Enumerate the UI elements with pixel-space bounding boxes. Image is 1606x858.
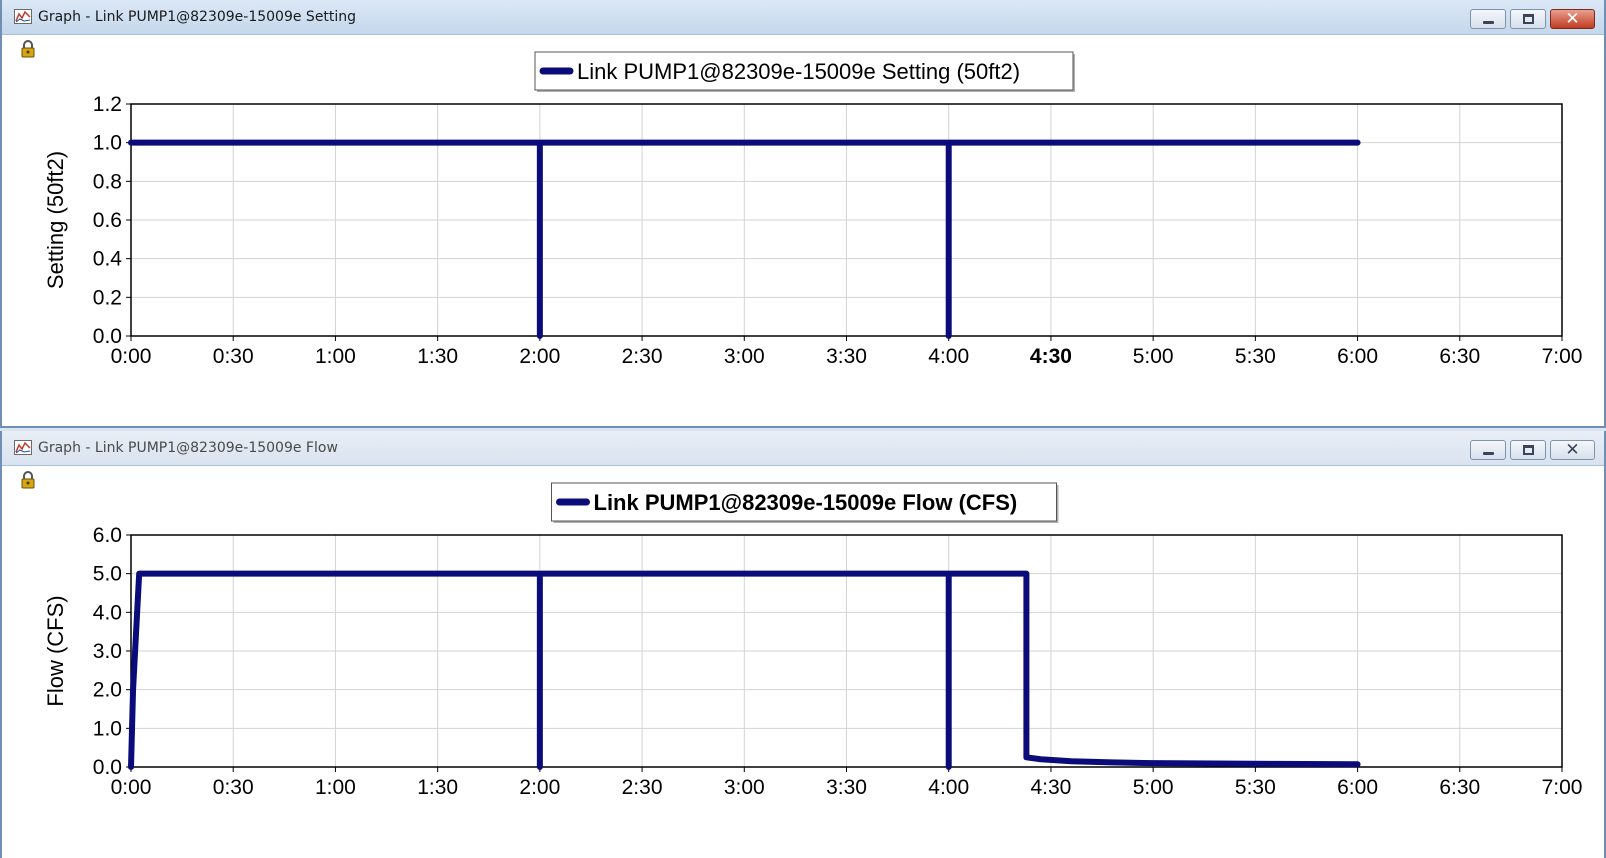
x-tick-label: 5:30: [1235, 345, 1276, 368]
x-tick-label: 5:00: [1133, 345, 1174, 368]
y-tick-label: 0.0: [93, 325, 122, 348]
y-tick-label: 1.0: [93, 717, 122, 740]
x-tick-label: 3:00: [724, 776, 765, 799]
y-tick-label: 0.6: [93, 209, 122, 232]
graph-window-setting: Graph - Link PUMP1@82309e-15009e Setting…: [0, 0, 1606, 428]
close-icon: ✕: [1565, 440, 1580, 460]
y-tick-label: 0.8: [93, 170, 122, 193]
minimize-icon: [1483, 21, 1494, 24]
close-button[interactable]: ✕: [1550, 440, 1595, 460]
x-tick-label: 1:00: [315, 776, 356, 799]
y-tick-label: 0.2: [93, 286, 122, 309]
y-tick-label: 1.2: [93, 93, 122, 116]
y-tick-label: 0.0: [93, 756, 122, 779]
close-button[interactable]: ✕: [1550, 9, 1595, 29]
x-tick-label: 4:30: [1030, 345, 1072, 368]
x-tick-label: 5:30: [1235, 776, 1276, 799]
y-tick-label: 1.0: [93, 132, 122, 155]
x-tick-label: 6:00: [1337, 776, 1378, 799]
setting-chart: 0:00 0:30 1:00 1:30 2:00 2:30 3:00 3:30 4:00 4:30…: [43, 51, 1583, 368]
flow-chart: 0:00 0:30 1:00 1:30 2:00 2:30 3:00 3:30 4:00 4:30…: [43, 482, 1583, 799]
graph-app-icon[interactable]: [14, 440, 32, 455]
y-axis-label: Flow (CFS): [43, 595, 68, 706]
x-tick-label: 4:00: [928, 776, 969, 799]
x-tick-label: 4:00: [928, 345, 969, 368]
x-tick-label: 1:00: [315, 345, 356, 368]
x-tick-label: 4:30: [1030, 776, 1071, 799]
legend-label: Link PUMP1@82309e-15009e Flow (CFS): [594, 490, 1018, 515]
maximize-button[interactable]: [1510, 9, 1546, 29]
x-tick-label: 6:30: [1439, 776, 1480, 799]
x-tick-label: 3:00: [724, 345, 765, 368]
x-tick-label: 7:00: [1542, 345, 1583, 368]
x-tick-label: 0:30: [213, 345, 254, 368]
title-bar[interactable]: Graph - Link PUMP1@82309e-15009e Flow ✕: [2, 431, 1604, 466]
x-tick-label: 7:00: [1542, 776, 1583, 799]
x-tick-label: 2:00: [519, 345, 560, 368]
y-tick-label: 2.0: [93, 679, 122, 702]
x-tick-label: 1:30: [417, 345, 458, 368]
x-tick-label: 0:30: [213, 776, 254, 799]
window-title: Graph - Link PUMP1@82309e-15009e Flow: [38, 440, 338, 456]
window-title: Graph - Link PUMP1@82309e-15009e Setting: [38, 9, 357, 25]
graph-app-icon[interactable]: [14, 9, 32, 24]
minimize-button[interactable]: [1470, 440, 1506, 460]
x-tick-label: 0:00: [111, 776, 152, 799]
minimize-button[interactable]: [1470, 9, 1506, 29]
y-tick-label: 4.0: [93, 601, 122, 624]
x-tick-label: 5:00: [1133, 776, 1174, 799]
x-tick-label: 6:00: [1337, 345, 1378, 368]
y-tick-label: 5.0: [93, 563, 122, 586]
y-tick-label: 3.0: [93, 640, 122, 663]
y-tick-label: 6.0: [93, 524, 122, 547]
close-icon: ✕: [1565, 9, 1580, 29]
graph-window-flow: Graph - Link PUMP1@82309e-15009e Flow ✕ …: [0, 431, 1606, 858]
x-tick-label: 2:30: [622, 776, 663, 799]
x-tick-label: 0:00: [111, 345, 152, 368]
maximize-icon: [1523, 14, 1534, 24]
x-tick-label: 6:30: [1439, 345, 1480, 368]
x-tick-label: 1:30: [417, 776, 458, 799]
maximize-button[interactable]: [1510, 440, 1546, 460]
y-axis-label: Setting (50ft2): [43, 151, 68, 289]
maximize-icon: [1523, 445, 1534, 455]
x-tick-label: 2:30: [622, 345, 663, 368]
x-tick-label: 3:30: [826, 345, 867, 368]
minimize-icon: [1483, 452, 1494, 455]
y-tick-label: 0.4: [93, 248, 123, 271]
legend-label: Link PUMP1@82309e-15009e Setting (50ft2): [577, 59, 1020, 84]
title-bar[interactable]: Graph - Link PUMP1@82309e-15009e Setting…: [2, 0, 1604, 35]
x-tick-label: 3:30: [826, 776, 867, 799]
x-tick-label: 2:00: [519, 776, 560, 799]
